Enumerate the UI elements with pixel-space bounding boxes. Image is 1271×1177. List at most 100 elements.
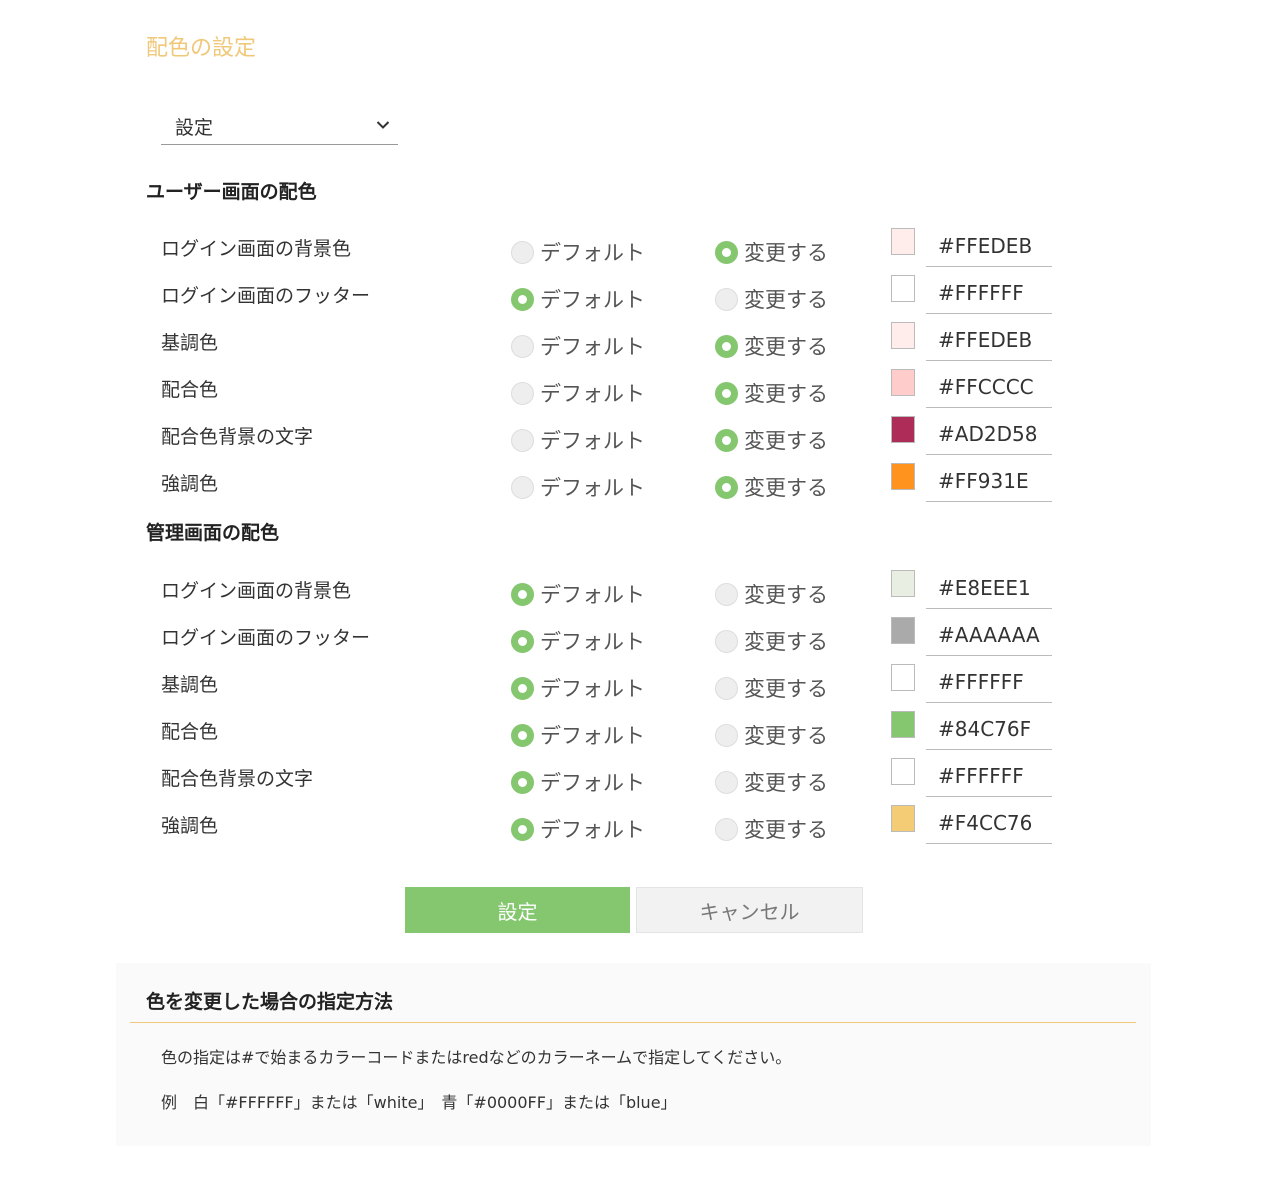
color-row-label: 強調色: [161, 815, 219, 837]
user-color-row: ログイン画面の背景色 デフォルト 変更する #FFEDEB: [0, 228, 1271, 281]
color-code-input[interactable]: #FFCCCC: [926, 367, 1052, 408]
change-radio[interactable]: 変更する: [715, 237, 828, 267]
color-code-input[interactable]: #FFFFFF: [926, 756, 1052, 797]
radio-dot: [511, 817, 534, 841]
color-code-input[interactable]: #FFEDEB: [926, 226, 1052, 267]
default-radio-label: デフォルト: [540, 771, 645, 795]
help-divider: [130, 1022, 1136, 1023]
help-text-2: 例 白「#FFFFFF」または「white」 青「#0000FF」または「blu…: [161, 1093, 677, 1112]
change-radio[interactable]: 変更する: [715, 331, 828, 361]
admin-color-row: 基調色 デフォルト 変更する #FFFFFF: [0, 664, 1271, 717]
settings-select[interactable]: 設定: [161, 107, 398, 145]
admin-color-row: ログイン画面のフッター デフォルト 変更する #AAAAAA: [0, 617, 1271, 670]
color-swatch[interactable]: [891, 758, 915, 785]
default-radio[interactable]: デフォルト: [511, 673, 645, 703]
color-row-label: 基調色: [161, 674, 219, 696]
radio-dot: [715, 334, 738, 358]
radio-dot: [511, 428, 534, 452]
color-code-input[interactable]: #AD2D58: [926, 414, 1052, 455]
user-color-row: ログイン画面のフッター デフォルト 変更する #FFFFFF: [0, 275, 1271, 328]
default-radio-label: デフォルト: [540, 476, 645, 500]
color-code-input[interactable]: #FFFFFF: [926, 662, 1052, 703]
color-row-label: ログイン画面の背景色: [161, 238, 352, 260]
change-radio[interactable]: 変更する: [715, 472, 828, 502]
radio-dot: [715, 381, 738, 405]
default-radio[interactable]: デフォルト: [511, 814, 645, 844]
admin-color-row: 配合色背景の文字 デフォルト 変更する #FFFFFF: [0, 758, 1271, 811]
default-radio[interactable]: デフォルト: [511, 378, 645, 408]
radio-dot: [715, 582, 738, 606]
color-row-label: 配合色: [161, 379, 219, 401]
admin-color-row: 配合色 デフォルト 変更する #84C76F: [0, 711, 1271, 764]
radio-dot: [715, 287, 738, 311]
color-code-input[interactable]: #AAAAAA: [926, 615, 1052, 656]
color-swatch[interactable]: [891, 711, 915, 738]
radio-dot: [511, 287, 534, 311]
change-radio[interactable]: 変更する: [715, 378, 828, 408]
color-swatch[interactable]: [891, 369, 915, 396]
default-radio[interactable]: デフォルト: [511, 331, 645, 361]
change-radio-label: 変更する: [744, 476, 828, 500]
default-radio-label: デフォルト: [540, 724, 645, 748]
color-code-input[interactable]: #FF931E: [926, 461, 1052, 502]
color-code-input[interactable]: #FFEDEB: [926, 320, 1052, 361]
color-swatch[interactable]: [891, 463, 915, 490]
default-radio[interactable]: デフォルト: [511, 425, 645, 455]
color-row-label: 強調色: [161, 473, 219, 495]
change-radio[interactable]: 変更する: [715, 673, 828, 703]
default-radio[interactable]: デフォルト: [511, 237, 645, 267]
color-swatch[interactable]: [891, 617, 915, 644]
color-row-label: ログイン画面の背景色: [161, 580, 352, 602]
default-radio-label: デフォルト: [540, 429, 645, 453]
radio-dot: [511, 381, 534, 405]
default-radio[interactable]: デフォルト: [511, 472, 645, 502]
cancel-button[interactable]: キャンセル: [636, 887, 863, 933]
color-row-label: 配合色背景の文字: [161, 768, 314, 790]
change-radio-label: 変更する: [744, 429, 828, 453]
default-radio[interactable]: デフォルト: [511, 720, 645, 750]
help-text-1: 色の指定は#で始まるカラーコードまたはredなどのカラーネームで指定してください…: [161, 1048, 792, 1067]
submit-button[interactable]: 設定: [405, 887, 630, 933]
admin-section-title: 管理画面の配色: [146, 522, 280, 544]
change-radio-label: 変更する: [744, 241, 828, 265]
admin-color-row: ログイン画面の背景色 デフォルト 変更する #E8EEE1: [0, 570, 1271, 623]
color-code-input[interactable]: #F4CC76: [926, 803, 1052, 844]
change-radio-label: 変更する: [744, 335, 828, 359]
change-radio[interactable]: 変更する: [715, 284, 828, 314]
color-swatch[interactable]: [891, 275, 915, 302]
default-radio[interactable]: デフォルト: [511, 767, 645, 797]
radio-dot: [715, 770, 738, 794]
color-swatch[interactable]: [891, 322, 915, 349]
color-swatch[interactable]: [891, 805, 915, 832]
change-radio[interactable]: 変更する: [715, 720, 828, 750]
default-radio[interactable]: デフォルト: [511, 284, 645, 314]
color-row-label: ログイン画面のフッター: [161, 627, 371, 649]
default-radio-label: デフォルト: [540, 288, 645, 312]
default-radio[interactable]: デフォルト: [511, 626, 645, 656]
color-swatch[interactable]: [891, 570, 915, 597]
change-radio[interactable]: 変更する: [715, 626, 828, 656]
color-swatch[interactable]: [891, 228, 915, 255]
user-section-title: ユーザー画面の配色: [146, 181, 317, 203]
settings-select-value: 設定: [175, 117, 214, 139]
change-radio-label: 変更する: [744, 818, 828, 842]
default-radio[interactable]: デフォルト: [511, 579, 645, 609]
change-radio-label: 変更する: [744, 677, 828, 701]
color-swatch[interactable]: [891, 664, 915, 691]
color-code-input[interactable]: #FFFFFF: [926, 273, 1052, 314]
radio-dot: [715, 723, 738, 747]
color-swatch[interactable]: [891, 416, 915, 443]
change-radio[interactable]: 変更する: [715, 579, 828, 609]
color-row-label: 配合色: [161, 721, 219, 743]
change-radio[interactable]: 変更する: [715, 425, 828, 455]
default-radio-label: デフォルト: [540, 677, 645, 701]
color-code-input[interactable]: #84C76F: [926, 709, 1052, 750]
change-radio-label: 変更する: [744, 771, 828, 795]
color-code-input[interactable]: #E8EEE1: [926, 568, 1052, 609]
default-radio-label: デフォルト: [540, 818, 645, 842]
change-radio[interactable]: 変更する: [715, 814, 828, 844]
user-color-row: 強調色 デフォルト 変更する #FF931E: [0, 463, 1271, 516]
radio-dot: [715, 428, 738, 452]
color-row-label: ログイン画面のフッター: [161, 285, 371, 307]
change-radio[interactable]: 変更する: [715, 767, 828, 797]
